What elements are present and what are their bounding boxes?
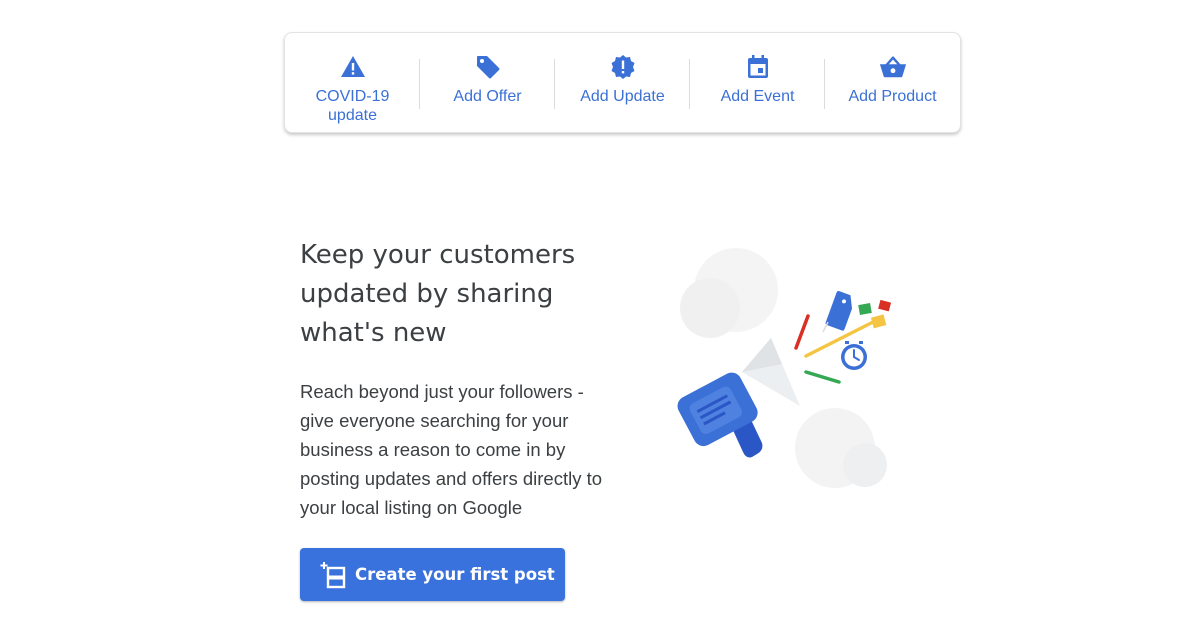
toolbar-item-covid-update[interactable]: COVID-19 update bbox=[285, 33, 420, 132]
toolbar-item-label: Add Update bbox=[580, 88, 665, 105]
create-first-post-button[interactable]: Create your first post bbox=[300, 548, 565, 601]
basket-icon bbox=[879, 53, 907, 81]
megaphone-illustration bbox=[660, 230, 920, 500]
alert-badge-icon bbox=[609, 53, 637, 81]
toolbar-item-add-product[interactable]: Add Product bbox=[825, 33, 960, 132]
toolbar-item-label: Add Event bbox=[720, 88, 795, 105]
tag-icon bbox=[474, 53, 502, 81]
toolbar-item-add-event[interactable]: Add Event bbox=[690, 33, 825, 132]
toolbar-item-add-offer[interactable]: Add Offer bbox=[420, 33, 555, 132]
post-type-toolbar: COVID-19 update Add Offer Add Update Add… bbox=[284, 32, 961, 133]
description-text: Reach beyond just your followers - give … bbox=[300, 381, 603, 518]
toolbar-item-label: COVID-19 update bbox=[315, 88, 390, 124]
toolbar-item-add-update[interactable]: Add Update bbox=[555, 33, 690, 132]
add-post-icon bbox=[320, 561, 346, 589]
calendar-icon bbox=[744, 53, 772, 81]
page-title: Keep your customers updated by sharing w… bbox=[300, 240, 576, 348]
toolbar-item-label: Add Product bbox=[848, 88, 937, 105]
toolbar-item-label: Add Offer bbox=[453, 88, 522, 105]
create-first-post-label: Create your first post bbox=[355, 565, 555, 584]
warning-icon bbox=[339, 53, 367, 81]
